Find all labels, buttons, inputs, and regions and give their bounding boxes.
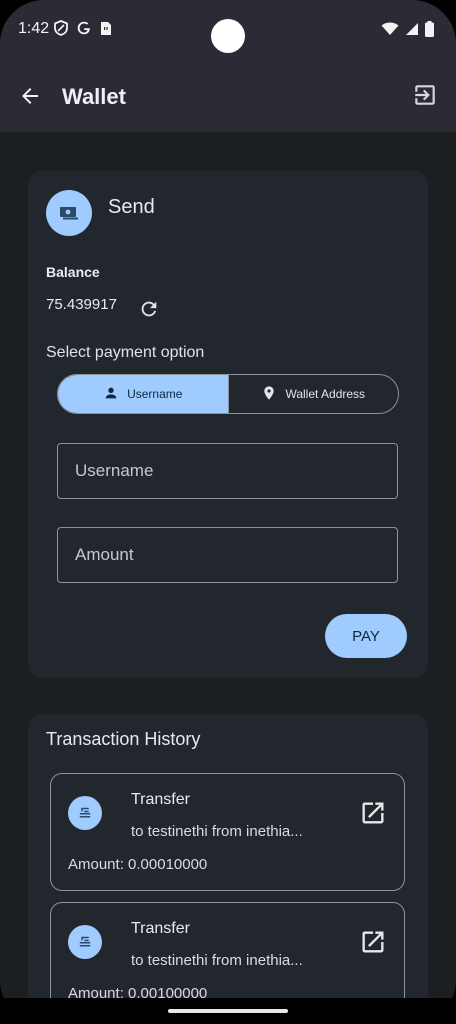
phone-screen: 1:42 Wallet Send Balance 75.439917 Selec… [0, 0, 456, 1024]
amount-input[interactable] [58, 528, 397, 582]
wifi-icon [381, 22, 399, 41]
navigation-bar [0, 998, 456, 1024]
camera-cutout [211, 19, 245, 53]
amount-field [57, 527, 398, 583]
signal-icon [405, 22, 419, 41]
bank-transfer-icon [68, 796, 102, 830]
transaction-amount: Amount: 0.00010000 [68, 856, 208, 873]
logout-icon[interactable] [412, 82, 438, 108]
status-left-icons [54, 20, 112, 41]
shield-icon [54, 20, 68, 41]
location-pin-icon [261, 385, 277, 404]
home-gesture-handle[interactable] [168, 1009, 288, 1013]
open-in-new-icon[interactable] [359, 928, 387, 956]
person-icon [103, 385, 119, 404]
refresh-icon[interactable] [138, 298, 160, 320]
arrow-back-icon[interactable] [18, 84, 42, 108]
app-bar: Wallet [0, 60, 456, 132]
option-wallet-address[interactable]: Wallet Address [229, 375, 399, 413]
battery-icon [425, 21, 434, 42]
option-wallet-address-label: Wallet Address [285, 387, 366, 401]
status-time: 1:42 [18, 20, 50, 37]
transaction-history-card: Transaction History Transfer to testinet… [28, 714, 428, 1024]
sim-card-icon [100, 21, 112, 41]
send-title: Send [108, 196, 155, 218]
payment-option-label: Select payment option [46, 344, 205, 361]
transaction-history-title: Transaction History [46, 729, 201, 749]
transaction-type: Transfer [131, 920, 190, 937]
username-input[interactable] [58, 444, 397, 498]
transaction-type: Transfer [131, 791, 190, 808]
main-content: Send Balance 75.439917 Select payment op… [0, 132, 456, 1024]
open-in-new-icon[interactable] [359, 799, 387, 827]
send-card: Send Balance 75.439917 Select payment op… [28, 171, 428, 678]
pay-button[interactable]: PAY [325, 614, 407, 658]
payment-option-toggle: Username Wallet Address [57, 374, 399, 414]
bank-transfer-icon [68, 925, 102, 959]
payments-icon [46, 190, 92, 236]
option-username[interactable]: Username [58, 375, 229, 413]
username-field [57, 443, 398, 499]
google-icon [76, 20, 92, 41]
balance-value: 75.439917 [46, 296, 117, 313]
balance-label: Balance [46, 264, 100, 280]
status-right-icons [381, 21, 434, 42]
transaction-description: to testinethi from inethia... [131, 952, 303, 969]
transaction-item[interactable]: Transfer to testinethi from inethia... A… [50, 773, 405, 891]
option-username-label: Username [127, 387, 183, 401]
page-title: Wallet [62, 84, 126, 109]
transaction-description: to testinethi from inethia... [131, 823, 303, 840]
